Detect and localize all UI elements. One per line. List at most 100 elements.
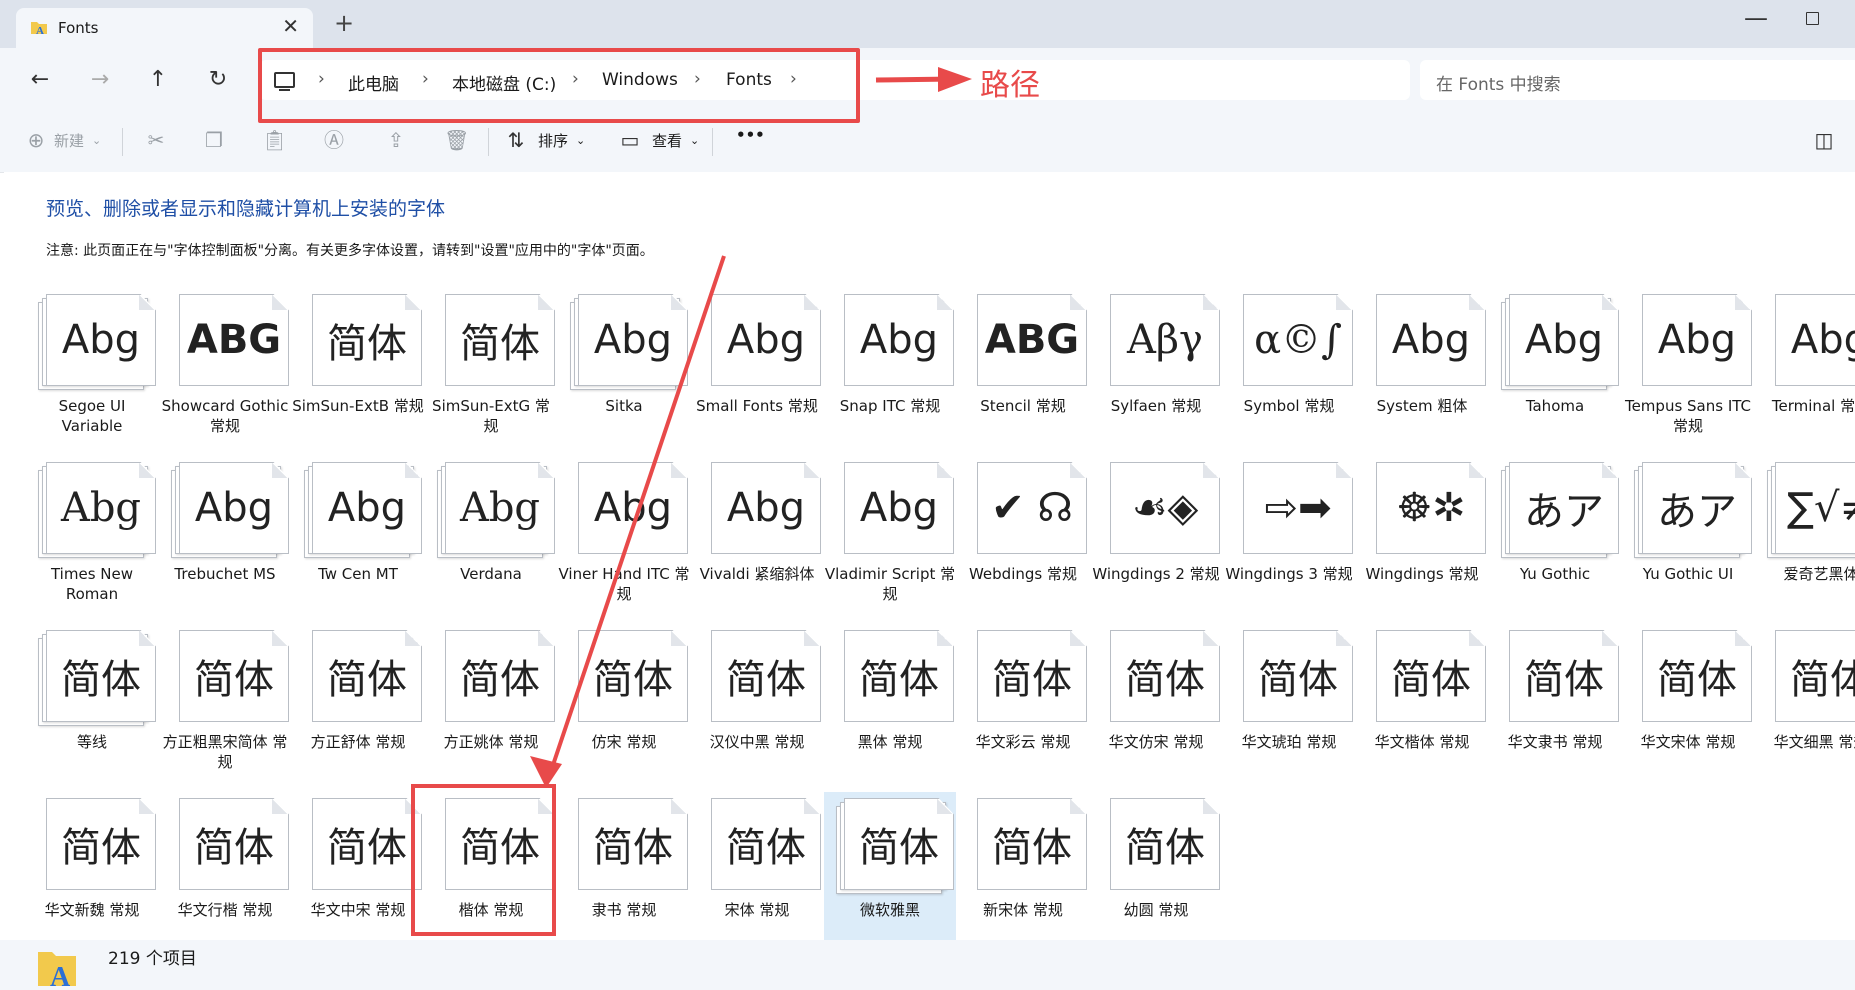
refresh-button[interactable]: ↻ (206, 68, 230, 92)
font-tile[interactable]: Abg Times New Roman (26, 456, 158, 624)
font-tile[interactable]: 简体 华文楷体 常规 (1356, 624, 1488, 792)
font-tile[interactable]: 简体 微软雅黑 (824, 792, 956, 940)
item-count: 219 个项目 (108, 949, 197, 969)
font-tile[interactable]: 简体华文细黑 常规 (1755, 624, 1855, 792)
font-file-icon: ☙◈ (1102, 462, 1220, 558)
font-tile[interactable]: 简体 SimSun-ExtB 常规 (292, 288, 424, 456)
font-file-icon: 简体 (1102, 630, 1220, 726)
font-tile[interactable]: 简体 新宋体 常规 (957, 792, 1089, 940)
new-icon[interactable]: ⊕ (24, 128, 48, 152)
font-tile[interactable]: 简体 等线 (26, 624, 158, 792)
page-note: 注意: 此页面正在与"字体控制面板"分离。有关更多字体设置，请转到"设置"应用中… (46, 243, 654, 259)
font-name: SimSun-ExtG 常规 (432, 397, 550, 435)
view-button[interactable]: 查看 (652, 130, 682, 151)
font-file-icon: 简体 (703, 798, 821, 894)
font-tile[interactable]: Abg Trebuchet MS (159, 456, 291, 624)
font-tile[interactable]: 简体 隶书 常规 (558, 792, 690, 940)
font-tile[interactable]: あア Yu Gothic UI (1622, 456, 1754, 624)
cut-icon[interactable]: ✂ (144, 128, 168, 152)
delete-icon[interactable]: 🗑︎ (444, 128, 469, 152)
font-tile[interactable]: Abg Terminal 常规 (1755, 288, 1855, 456)
font-tile[interactable]: Abg Viner Hand ITC 常规 (558, 456, 690, 624)
font-tile[interactable]: 简体 华文隶书 常规 (1489, 624, 1621, 792)
font-tile[interactable]: ⇨➡ Wingdings 3 常规 (1223, 456, 1355, 624)
details-pane-icon[interactable]: ◫ (1812, 128, 1836, 152)
font-file-icon: Abg (570, 294, 688, 390)
font-tile[interactable]: α©∫ Symbol 常规 (1223, 288, 1355, 456)
font-tile[interactable]: Abg Verdana (425, 456, 557, 624)
font-tile[interactable]: 简体 幼圆 常规 (1090, 792, 1222, 940)
tab-fonts[interactable]: A Fonts ✕ (16, 8, 313, 48)
font-tile[interactable]: 简体 华文彩云 常规 (957, 624, 1089, 792)
font-tile[interactable]: Abg System 粗体 (1356, 288, 1488, 456)
font-tile[interactable]: 简体 方正姚体 常规 (425, 624, 557, 792)
chevron-down-icon[interactable]: ⌄ (576, 134, 585, 147)
font-name: Viner Hand ITC 常规 (558, 565, 690, 603)
font-tile[interactable]: 简体 汉仪中黑 常规 (691, 624, 823, 792)
chevron-down-icon[interactable]: ⌄ (690, 134, 699, 147)
font-file-icon: 简体 (38, 798, 156, 894)
font-tile[interactable]: あア Yu Gothic (1489, 456, 1621, 624)
font-tile[interactable]: Abg Tempus Sans ITC 常规 (1622, 288, 1754, 456)
font-file-icon: 简体 (1102, 798, 1220, 894)
new-tab-button[interactable]: + (334, 11, 354, 35)
font-tile[interactable]: ∑√≠ 爱奇艺黑体 (1755, 456, 1855, 624)
copy-icon[interactable]: ❐ (202, 128, 226, 152)
font-tile[interactable]: 简体 宋体 常规 (691, 792, 823, 940)
font-tile[interactable]: Abg Small Fonts 常规 (691, 288, 823, 456)
font-name: Wingdings 常规 (1365, 565, 1479, 583)
new-button[interactable]: 新建 (54, 130, 84, 151)
font-file-icon: 简体 (969, 630, 1087, 726)
font-tile[interactable]: Abg Vivaldi 紧缩斜体 (691, 456, 823, 624)
divider (122, 128, 123, 156)
font-tile[interactable]: Abg Vladimir Script 常规 (824, 456, 956, 624)
more-options-icon[interactable]: ••• (736, 126, 765, 144)
font-tile[interactable]: ☸✲ Wingdings 常规 (1356, 456, 1488, 624)
font-tile[interactable]: 简体 黑体 常规 (824, 624, 956, 792)
font-tile[interactable]: 简体 华文新魏 常规 (26, 792, 158, 940)
font-tile[interactable]: Abg Snap ITC 常规 (824, 288, 956, 456)
font-name: Terminal 常规 (1771, 397, 1855, 415)
font-file-icon: ∑√≠ (1767, 462, 1855, 558)
sort-icon[interactable]: ⇅ (504, 128, 528, 152)
font-tile[interactable]: 简体 仿宋 常规 (558, 624, 690, 792)
font-tile[interactable]: ✔ ☊ Webdings 常规 (957, 456, 1089, 624)
font-tile[interactable]: Abg Sitka (558, 288, 690, 456)
font-tile[interactable]: 简体 SimSun-ExtG 常规 (425, 288, 557, 456)
close-tab-icon[interactable]: ✕ (282, 14, 299, 38)
font-file-icon: 简体 (437, 294, 555, 390)
font-tile[interactable]: Abg Segoe UI Variable (26, 288, 158, 456)
font-tile[interactable]: ABG Stencil 常规 (957, 288, 1089, 456)
font-file-icon: Abg (1501, 294, 1619, 390)
view-icon[interactable]: ▭ (618, 128, 642, 152)
font-name: 方正姚体 常规 (443, 733, 539, 751)
font-file-icon: 简体 (703, 630, 821, 726)
search-box[interactable]: 在 Fonts 中搜索 (1420, 60, 1855, 100)
font-tile[interactable]: 简体 方正舒体 常规 (292, 624, 424, 792)
minimize-button[interactable]: — (1744, 4, 1768, 32)
font-tile[interactable]: ☙◈ Wingdings 2 常规 (1090, 456, 1222, 624)
forward-button[interactable]: → (88, 68, 112, 92)
font-file-icon: 简体 (304, 630, 422, 726)
font-tile[interactable]: 简体 华文仿宋 常规 (1090, 624, 1222, 792)
font-tile[interactable]: 简体 方正粗黑宋简体 常规 (159, 624, 291, 792)
font-file-icon: ✔ ☊ (969, 462, 1087, 558)
rename-icon[interactable]: Ⓐ (322, 128, 346, 152)
font-tile[interactable]: 简体 华文琥珀 常规 (1223, 624, 1355, 792)
back-button[interactable]: ← (28, 68, 52, 92)
font-tile[interactable]: 简体 华文宋体 常规 (1622, 624, 1754, 792)
font-tile[interactable]: ABG Showcard Gothic 常规 (159, 288, 291, 456)
font-tile[interactable]: 简体 华文中宋 常规 (292, 792, 424, 940)
font-file-icon: 简体 (1501, 630, 1619, 726)
chevron-down-icon[interactable]: ⌄ (92, 134, 101, 147)
font-tile[interactable]: Abg Tw Cen MT (292, 456, 424, 624)
share-icon[interactable]: ⇪ (384, 128, 408, 152)
font-tile[interactable]: 简体 华文行楷 常规 (159, 792, 291, 940)
font-tile[interactable]: Abg Tahoma (1489, 288, 1621, 456)
maximize-button[interactable] (1806, 12, 1819, 25)
sort-button[interactable]: 排序 (538, 130, 568, 151)
font-tile[interactable]: Αβγ Sylfaen 常规 (1090, 288, 1222, 456)
up-button[interactable]: ↑ (146, 68, 170, 92)
paste-icon[interactable]: 📋︎ (262, 128, 287, 152)
font-name: Snap ITC 常规 (839, 397, 941, 415)
